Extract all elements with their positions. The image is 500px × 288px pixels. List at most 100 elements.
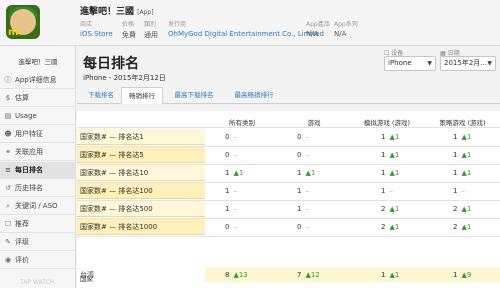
table-cell: 1– <box>297 201 309 217</box>
app-icon[interactable]: m <box>6 5 40 39</box>
app-family-value: N/A <box>334 30 347 38</box>
publisher-label: 发行商 <box>168 21 187 28</box>
sidebar-item[interactable]: ⓘ App详细信息 <box>0 72 76 89</box>
tab-top-grossing[interactable]: 最高畅销排行 <box>225 87 283 104</box>
sidebar-item-label: 评价 <box>15 256 29 264</box>
date-select[interactable]: 2015年2月... ▼ <box>440 56 496 71</box>
date-select-value: 2015年2月... <box>444 59 487 67</box>
table-cell: 1– <box>297 183 309 199</box>
sidebar-item[interactable]: ✎ 评级 <box>0 234 76 251</box>
chart-icon: ▤ <box>4 112 12 120</box>
chevron-down-icon: ▼ <box>487 60 492 67</box>
table-cell: 0– <box>297 147 309 163</box>
sidebar-item[interactable]: ☐ 推荐 <box>0 216 76 233</box>
app-icon-letter: m <box>8 27 19 38</box>
rank-change-up: ▲12 <box>305 271 320 279</box>
cell-value: 0 <box>225 133 230 141</box>
dollar-icon: $ <box>5 94 11 102</box>
cell-value: 1 <box>297 187 302 195</box>
sidebar-item[interactable]: ≡ 每日排名 <box>0 162 76 179</box>
tab-grossing[interactable]: 畅销排行 <box>121 87 163 104</box>
rank-change-up: ▲1 <box>389 271 400 279</box>
recommend-icon: ☐ <box>4 220 12 228</box>
country-name[interactable]: 台湾 <box>80 267 94 283</box>
cell-value: 1 <box>297 169 302 177</box>
cell-value: 0 <box>297 223 302 231</box>
row-divider <box>77 236 500 237</box>
table-cell: 2 ▲1 <box>381 201 399 217</box>
sidebar-item-label: 估算 <box>15 94 29 102</box>
table-cell: 1 ▲1 <box>453 147 471 163</box>
cell-value: 1 <box>381 169 386 177</box>
table-cell: 2 ▲1 <box>381 219 399 235</box>
table-cell: 0– <box>297 129 309 145</box>
sidebar-app-name: 進擊吧！三國 <box>18 58 58 66</box>
cell-value: 7 <box>297 271 302 279</box>
rank-threshold-label: 国家数# — 排名达5 <box>77 147 205 163</box>
rank-table: 所有类别 游戏 模拟游戏 (游戏) 策略游戏 (游戏) 国家 国家数# — 排名… <box>77 111 500 288</box>
no-change: – <box>233 151 237 159</box>
cell-value: 2 <box>453 223 458 231</box>
cell-value: 1 <box>381 271 386 279</box>
sidebar-item[interactable]: ↺ 历史排名 <box>0 180 76 197</box>
cell-value: 1 <box>453 133 458 141</box>
col-header-strategy: 策略游戏 (游戏) <box>439 119 486 127</box>
no-change: – <box>305 187 309 195</box>
store-link[interactable]: iOS Store <box>80 30 113 38</box>
watermark: TAP WATCH <box>20 279 55 286</box>
col-header-games: 游戏 <box>307 119 321 127</box>
app-status-value: N/A <box>306 30 319 38</box>
rank-change-up: ▲1 <box>389 169 400 177</box>
table-cell: 1 ▲1 <box>225 165 243 181</box>
cell-value: 0 <box>297 133 302 141</box>
table-cell: 0– <box>225 219 237 235</box>
info-icon: ⓘ <box>4 76 12 84</box>
table-cell: 1 ▲1 <box>381 147 399 163</box>
sidebar-item[interactable]: ◉ 评价 <box>0 252 76 269</box>
cell-value: 1 <box>453 151 458 159</box>
cell-value: 0 <box>225 151 230 159</box>
tab-top-downloads[interactable]: 最高下载排名 <box>165 87 223 104</box>
category-label: 類別 <box>144 21 157 28</box>
rank-change-up: ▲1 <box>233 169 244 177</box>
sidebar-item[interactable]: ☻ 用户特征 <box>0 126 76 143</box>
rank-change-up: ▲1 <box>461 133 472 141</box>
device-select[interactable]: iPhone ▼ <box>384 56 436 71</box>
rank-change-up: ▲1 <box>305 169 316 177</box>
sidebar-item[interactable]: ▤ Usage <box>0 108 76 125</box>
cell-value: 2 <box>453 205 458 213</box>
search-icon: ⌕ <box>6 202 10 210</box>
rank-threshold-label: 国家数# — 排名达1000 <box>77 219 205 235</box>
chevron-down-icon: ▼ <box>427 60 432 67</box>
page-subtitle: iPhone - 2015年2月12日 <box>83 74 166 82</box>
sidebar-item-label: 每日排名 <box>15 166 43 174</box>
table-cell: 1– <box>381 183 393 199</box>
no-change: – <box>305 151 309 159</box>
app-title: 進擊吧！三國 [App] <box>80 4 154 17</box>
tab-downloads[interactable]: 下载排名 <box>81 87 121 104</box>
review-icon: ✎ <box>5 238 11 246</box>
table-cell: 1 ▲1 <box>297 165 315 181</box>
cell-value: 0 <box>225 223 230 231</box>
table-cell: 1 ▲1 <box>381 165 399 181</box>
sidebar-item[interactable]: ⌕ 关键词 / ASO <box>0 198 76 215</box>
table-cell: 0– <box>297 219 309 235</box>
app-header: m 進擊吧！三國 [App] 商店 iOS Store 价格 免費 類別 通用 … <box>0 0 500 46</box>
sidebar-item[interactable]: $ 估算 <box>0 90 76 107</box>
table-cell: 1 ▲1 <box>381 129 399 145</box>
list-icon: ≡ <box>5 166 11 174</box>
sidebar-item-label: 关联应用 <box>15 148 43 156</box>
rank-change-up: ▲1 <box>461 169 472 177</box>
publisher-link[interactable]: OhMyGod Digital Entertainment Co., Limit… <box>168 30 324 38</box>
header-divider <box>77 127 500 128</box>
app-title-tag: [App] <box>137 9 154 16</box>
sidebar-item[interactable]: ⚭ 关联应用 <box>0 144 76 161</box>
no-change: – <box>305 133 309 141</box>
sidebar-item-label: 评级 <box>15 238 29 246</box>
no-change: – <box>305 205 309 213</box>
sidebar-item-label: Usage <box>15 112 37 120</box>
sidebar: 進擊吧！三國 ⓘ App详细信息 $ 估算 ▤ Usage ☻ 用户特征 ⚭ 关联应用 ≡ 每日排名 ↺… <box>0 46 76 288</box>
no-change: – <box>389 187 393 195</box>
table-cell: 0– <box>225 147 237 163</box>
table-cell: 1– <box>453 183 465 199</box>
